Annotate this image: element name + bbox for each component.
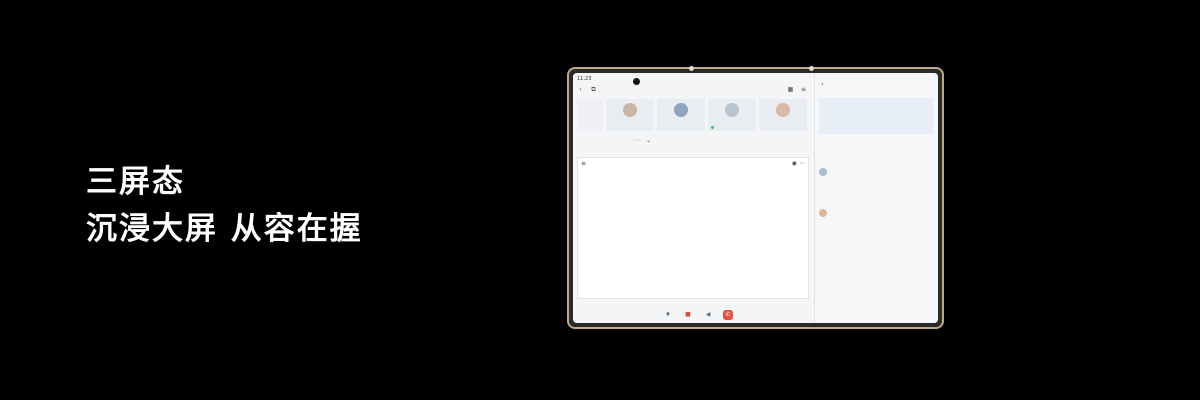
hang-up-icon[interactable]: ✆ — [723, 310, 733, 320]
back-icon[interactable]: ‹ — [819, 81, 826, 88]
more-icon[interactable]: ⋯ — [799, 160, 806, 167]
avatar — [623, 103, 638, 117]
chat-message[interactable] — [819, 209, 934, 217]
participant-tile[interactable] — [759, 99, 807, 131]
avatar — [819, 209, 827, 217]
hinge-marker — [689, 66, 694, 71]
shared-document[interactable]: ≡ ◉ ⋯ — [577, 157, 809, 299]
doc-menu-icon[interactable]: ≡ — [580, 160, 587, 167]
headline-primary: 三屏态 — [86, 164, 185, 200]
camera-icon[interactable]: ■ — [683, 310, 693, 320]
headline-secondary: 沉浸大屏 从容在握 — [86, 211, 363, 247]
layout-icon[interactable]: ▦ — [787, 86, 794, 93]
chat-pane: ‹ — [814, 73, 938, 323]
chat-message[interactable] — [819, 168, 934, 176]
window-icon[interactable]: ⧉ — [590, 86, 597, 93]
avatar — [776, 103, 791, 117]
foldable-device: 11:23 ‹ ⧉ ▦ ≡ ⌄ ≡ ◉ ⋯ ♦ ■ ◀ ✆ ‹ — [567, 66, 944, 329]
participant-video-strip — [577, 99, 807, 131]
status-time: 11:23 — [577, 76, 592, 82]
participant-tile[interactable] — [708, 99, 757, 131]
collaborators-icon[interactable]: ◉ — [791, 160, 798, 167]
doc-body — [636, 168, 802, 171]
call-controls: ♦ ■ ◀ ✆ — [663, 310, 733, 320]
device-screen: 11:23 ‹ ⧉ ▦ ≡ ⌄ ≡ ◉ ⋯ ♦ ■ ◀ ✆ ‹ — [573, 73, 938, 323]
avatar — [819, 168, 827, 176]
meeting-pane: 11:23 ‹ ⧉ ▦ ≡ ⌄ ≡ ◉ ⋯ ♦ ■ ◀ ✆ — [573, 73, 811, 323]
avatar — [674, 103, 689, 117]
hinge-marker — [809, 66, 814, 71]
back-icon[interactable]: ‹ — [577, 86, 584, 93]
mic-icon[interactable]: ♦ — [663, 310, 673, 320]
doc-toolbar: ≡ ◉ ⋯ — [580, 160, 806, 167]
screen-share-bar: ⌄ — [633, 136, 652, 144]
participant-tile[interactable] — [657, 99, 706, 131]
mic-active-icon — [711, 126, 715, 129]
chevron-down-icon[interactable]: ⌄ — [645, 137, 652, 144]
menu-icon[interactable]: ≡ — [800, 86, 807, 93]
share-status — [633, 139, 641, 141]
speaker-icon[interactable]: ◀ — [703, 310, 713, 320]
participant-tile-self[interactable] — [577, 99, 604, 131]
pinned-notice[interactable] — [819, 98, 934, 134]
avatar — [725, 103, 740, 117]
participant-tile[interactable] — [606, 99, 655, 131]
meeting-topbar: ‹ ⧉ ▦ ≡ — [577, 83, 807, 95]
